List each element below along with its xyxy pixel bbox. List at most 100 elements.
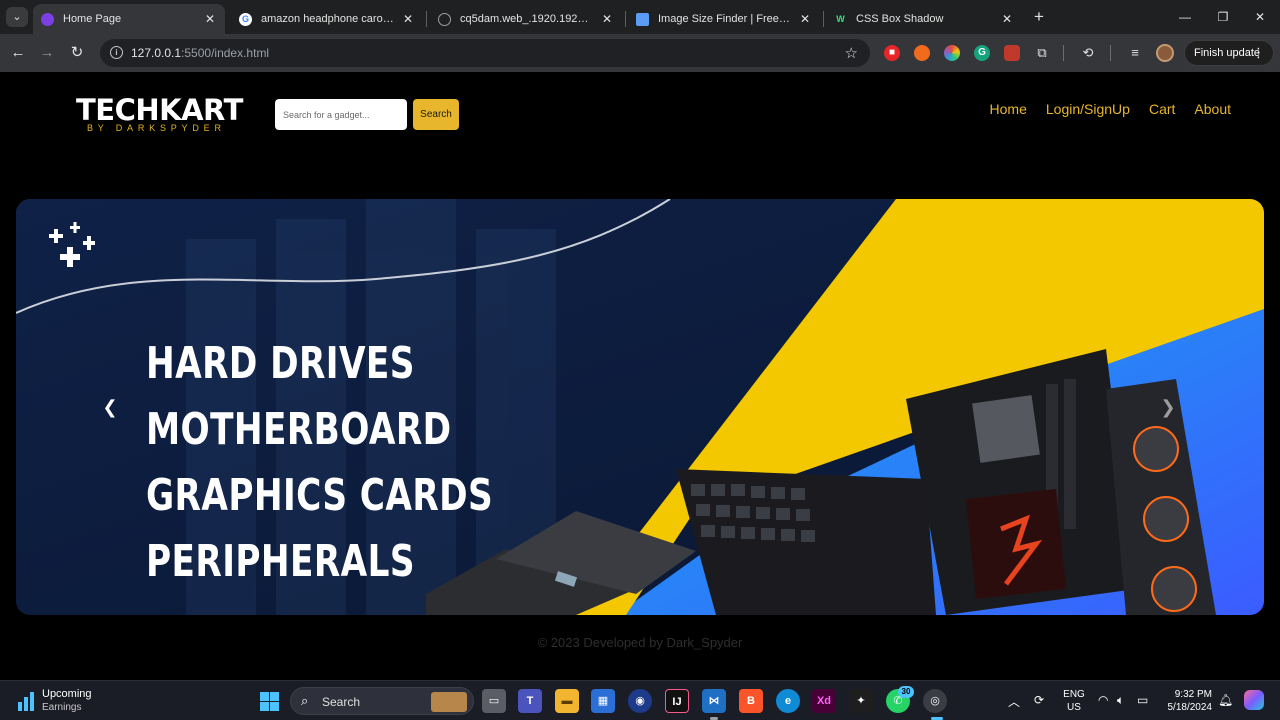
w-favicon-icon: W	[836, 13, 845, 24]
site-logo[interactable]: TECHKART BY DARKSPYDER	[76, 94, 246, 133]
search-highlight-image	[431, 692, 467, 712]
volume-icon[interactable]: 🔈︎	[1117, 693, 1124, 708]
tab-label: Home Page	[63, 13, 122, 25]
tab-search-menu-button[interactable]: ⌄	[6, 7, 28, 27]
reload-icon[interactable]: ↻	[67, 43, 87, 63]
close-window-icon[interactable]: ✕	[1245, 7, 1275, 27]
tab-google-search[interactable]: G amazon headphone carousels i ✕	[231, 4, 423, 34]
brave-icon[interactable]: B	[739, 689, 763, 713]
minimize-icon[interactable]: —	[1170, 7, 1200, 27]
tab-label: CSS Box Shadow	[856, 13, 944, 25]
search-button[interactable]: Search	[413, 99, 459, 130]
tab-image-file[interactable]: cq5dam.web_.1920.1920.jpeg (1 ✕	[430, 4, 622, 34]
extensions-puzzle-icon[interactable]: ⧉	[1033, 44, 1051, 62]
chrome-icon[interactable]: ◎	[923, 689, 947, 713]
chevron-left-icon[interactable]: ❮	[102, 395, 118, 419]
microsoft-store-icon[interactable]: ▦	[591, 689, 615, 713]
profile-avatar[interactable]	[1156, 44, 1174, 62]
widget-title[interactable]: Upcoming	[42, 688, 92, 700]
history-icon[interactable]: ⟲	[1079, 44, 1097, 62]
vscode-icon[interactable]: ⋈	[702, 689, 726, 713]
whatsapp-unread-badge: 30	[898, 686, 914, 698]
google-favicon-icon: G	[239, 12, 252, 26]
windows-start-icon[interactable]	[260, 692, 279, 711]
color-wheel-extension-icon[interactable]	[944, 45, 960, 61]
grammarly-extension-icon[interactable]: G	[974, 45, 990, 61]
close-tab-icon[interactable]: ✕	[401, 12, 415, 26]
caption-line-graphics-cards: GRAPHICS CARDS	[146, 470, 494, 521]
new-tab-icon[interactable]: +	[1030, 8, 1048, 26]
copilot-icon[interactable]	[1244, 690, 1264, 710]
close-tab-icon[interactable]: ✕	[798, 12, 812, 26]
reader-extension-icon[interactable]	[1004, 45, 1020, 61]
browser-toolbar: ← → ↻ i 127.0.0.1:5500/index.html ☆ ■ G …	[0, 34, 1280, 72]
caption-line-motherboard: MOTHERBOARD	[146, 404, 452, 455]
carousel-caption: HARD DRIVES MOTHERBOARD GRAPHICS CARDS P…	[146, 331, 591, 595]
tab-home-page[interactable]: Home Page ✕	[33, 4, 225, 34]
url-host: 127.0.0.1	[131, 46, 182, 60]
main-nav: Home Login/SignUp Cart About	[990, 101, 1231, 117]
ad-blocker-extension-icon[interactable]: ■	[884, 45, 900, 61]
tab-image-size-finder[interactable]: Image Size Finder | Free Tool | I ✕	[628, 4, 820, 34]
site-info-icon[interactable]: i	[110, 46, 123, 59]
image-finder-favicon-icon	[636, 12, 649, 26]
home-page-favicon-icon	[41, 12, 54, 26]
clock-date: 5/18/2024	[1167, 702, 1213, 713]
widget-subtitle[interactable]: Earnings	[42, 702, 81, 713]
battery-icon[interactable]: ▭	[1137, 693, 1148, 707]
edge-icon[interactable]: e	[776, 689, 800, 713]
taskbar-search-box[interactable]: ⌕ Search	[290, 687, 474, 715]
more-options-icon[interactable]: ⋮	[1252, 41, 1265, 65]
webpage: TECHKART BY DARKSPYDER Search Home Login…	[0, 72, 1280, 680]
toolbar-separator	[1063, 45, 1064, 61]
finish-update-button[interactable]: Finish update ⋮	[1184, 40, 1274, 66]
gadget-search-input[interactable]	[275, 99, 407, 130]
forward-arrow-icon[interactable]: →	[37, 43, 57, 63]
task-view-icon[interactable]: ▭	[482, 689, 506, 713]
restore-icon[interactable]: ❐	[1208, 7, 1238, 27]
media-controls-icon[interactable]: ≡	[1126, 44, 1144, 62]
url-path: :5500/index.html	[181, 46, 270, 60]
color-picker-extension-icon[interactable]	[914, 45, 930, 61]
language-code: ENG	[1063, 689, 1085, 700]
search-icon: ⌕	[301, 693, 309, 708]
firefox-icon[interactable]: ◉	[628, 689, 652, 713]
tab-label: amazon headphone carousels i	[261, 13, 395, 25]
file-explorer-icon[interactable]: ▬	[555, 689, 579, 713]
show-hidden-icons-chevron-icon[interactable]: ︿	[1008, 693, 1020, 710]
finish-update-label: Finish update	[1194, 47, 1261, 59]
address-bar[interactable]: i 127.0.0.1:5500/index.html ☆	[100, 39, 870, 67]
back-arrow-icon[interactable]: ←	[8, 43, 28, 63]
teams-icon[interactable]: T	[518, 689, 542, 713]
windows-taskbar: Upcoming Earnings ⌕ Search ▭ T ▬ ▦ ◉ IJ …	[0, 680, 1280, 720]
footer-credit: © 2023 Developed by Dark_Spyder	[537, 635, 743, 650]
stock-chart-icon[interactable]	[17, 690, 35, 712]
nav-login-signup[interactable]: Login/SignUp	[1046, 101, 1130, 117]
close-tab-icon[interactable]: ✕	[1000, 12, 1014, 26]
nav-home[interactable]: Home	[990, 101, 1027, 117]
close-tab-icon[interactable]: ✕	[203, 12, 217, 26]
tab-separator	[426, 11, 427, 27]
nav-cart[interactable]: Cart	[1149, 101, 1175, 117]
hero-carousel[interactable]: HARD DRIVES MOTHERBOARD GRAPHICS CARDS P…	[16, 199, 1264, 615]
language-indicator[interactable]: ENG US	[1063, 688, 1085, 714]
tab-label: cq5dam.web_.1920.1920.jpeg (1	[460, 13, 594, 25]
close-tab-icon[interactable]: ✕	[600, 12, 614, 26]
system-clock[interactable]: 9:32 PM 5/18/2024	[1164, 688, 1213, 714]
wifi-icon[interactable]: ◠	[1098, 693, 1108, 707]
caption-line-hard-drives: HARD DRIVES	[146, 338, 415, 389]
adobe-xd-icon[interactable]: Xd	[812, 689, 836, 713]
figma-icon[interactable]: ✦	[849, 689, 873, 713]
chevron-right-icon[interactable]: ❯	[1160, 395, 1176, 419]
sync-icon[interactable]: ⟳	[1034, 693, 1044, 707]
intellij-icon[interactable]: IJ	[665, 689, 689, 713]
region-code: US	[1067, 702, 1081, 713]
bookmark-star-icon[interactable]: ☆	[845, 44, 858, 62]
globe-favicon-icon	[438, 12, 451, 26]
nav-about[interactable]: About	[1194, 101, 1231, 117]
tab-label: Image Size Finder | Free Tool | I	[658, 13, 792, 25]
tab-css-box-shadow[interactable]: W CSS Box Shadow ✕	[826, 4, 1022, 34]
notification-bell-icon[interactable]: 🔔︎	[1218, 693, 1233, 707]
url-text: 127.0.0.1:5500/index.html	[131, 46, 269, 60]
tab-separator	[823, 11, 824, 27]
